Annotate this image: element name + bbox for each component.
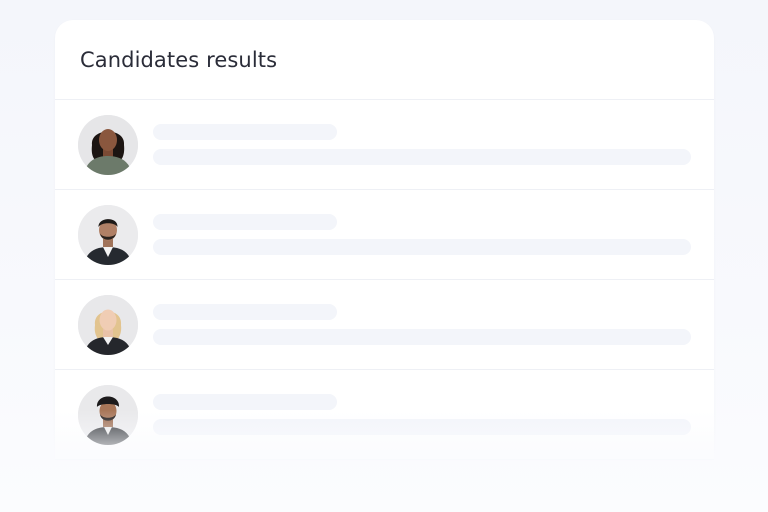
- candidate-avatar: [78, 295, 138, 355]
- candidate-avatar: [78, 205, 138, 265]
- details-placeholder: [153, 149, 691, 165]
- name-placeholder: [153, 124, 337, 140]
- candidate-row[interactable]: [55, 100, 714, 190]
- candidate-avatar: [78, 385, 138, 445]
- details-placeholder: [153, 419, 691, 435]
- candidate-row[interactable]: [55, 280, 714, 370]
- candidates-results-card: Candidates results: [55, 20, 714, 460]
- candidate-avatar: [78, 115, 138, 175]
- person-photo-icon: [78, 115, 138, 175]
- candidate-row[interactable]: [55, 190, 714, 280]
- details-placeholder: [153, 239, 691, 255]
- person-photo-icon: [78, 385, 138, 445]
- page: Candidates results: [0, 0, 768, 512]
- candidate-row[interactable]: [55, 370, 714, 460]
- details-placeholder: [153, 329, 691, 345]
- name-placeholder: [153, 304, 337, 320]
- person-photo-icon: [78, 205, 138, 265]
- card-header: Candidates results: [55, 20, 714, 100]
- name-placeholder: [153, 214, 337, 230]
- person-photo-icon: [78, 295, 138, 355]
- name-placeholder: [153, 394, 337, 410]
- card-title: Candidates results: [80, 47, 278, 72]
